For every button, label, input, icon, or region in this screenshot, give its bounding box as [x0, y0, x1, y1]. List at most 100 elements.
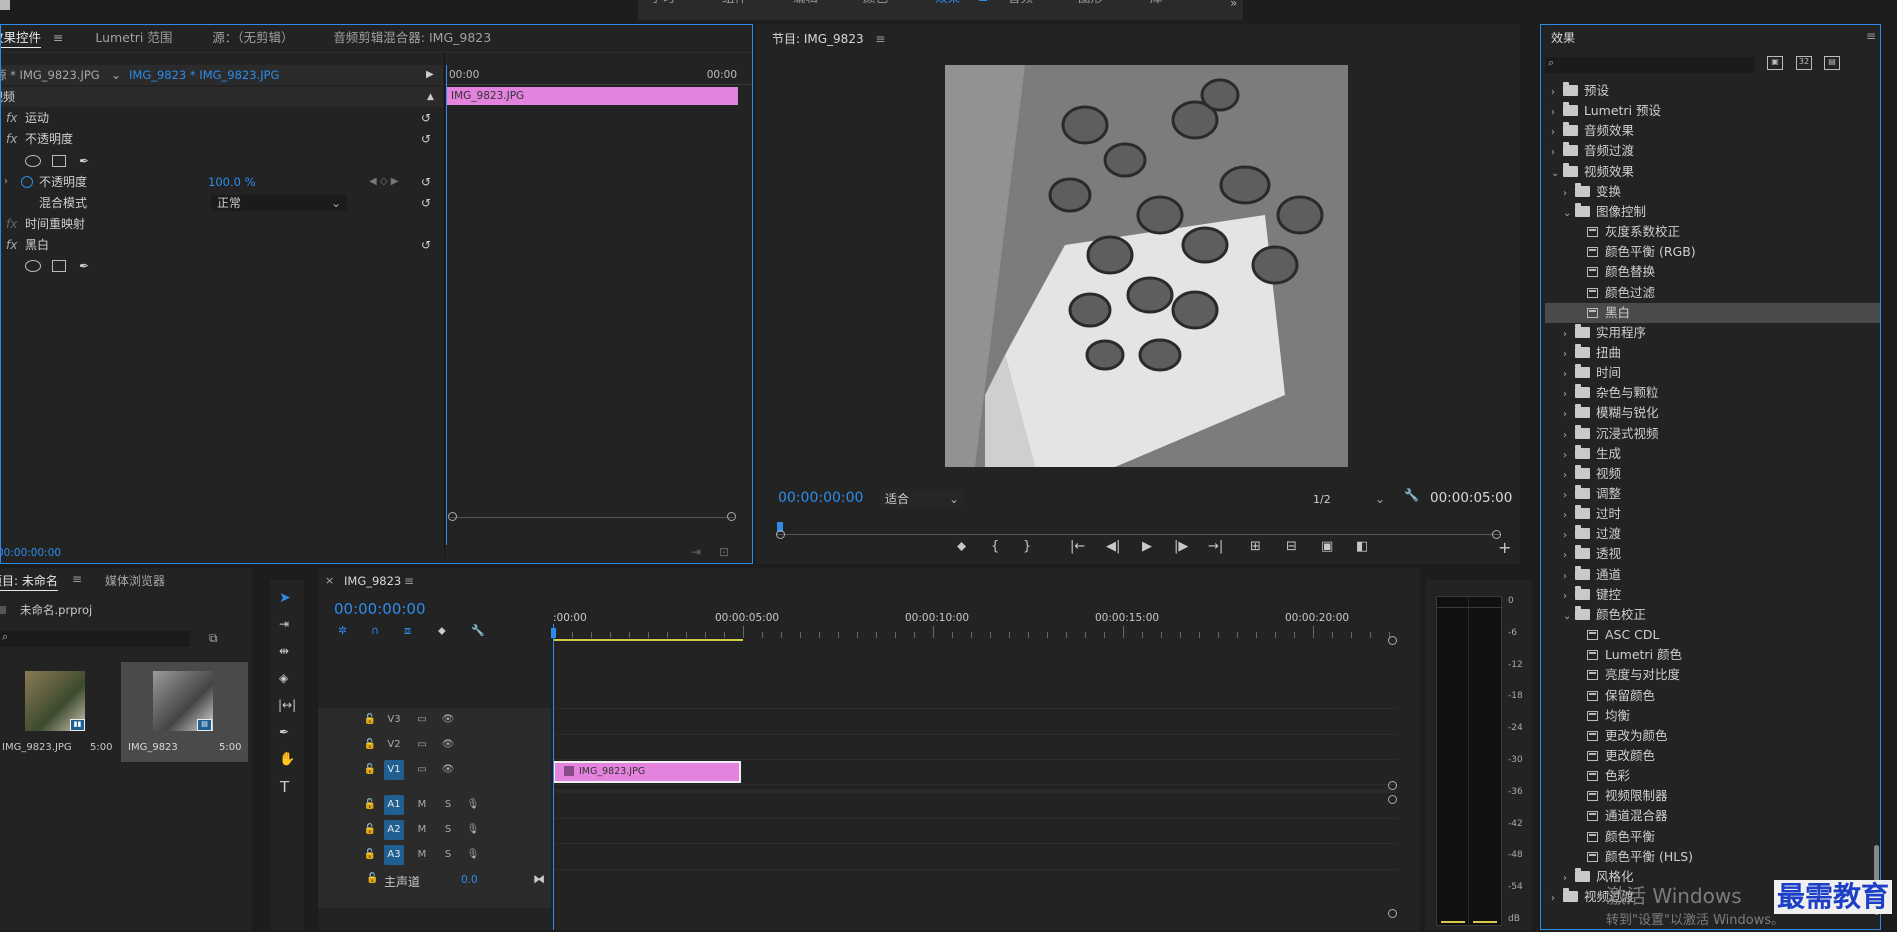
- clip-select-chevron-icon[interactable]: ⌄: [111, 65, 121, 85]
- chevron-right-icon[interactable]: ›: [1551, 123, 1563, 143]
- chevron-right-icon[interactable]: ›: [1563, 345, 1575, 365]
- effects-tree-item[interactable]: › 变换: [1545, 182, 1880, 202]
- tab-effect-controls[interactable]: 效果控件: [1, 25, 51, 51]
- effects-search[interactable]: ⌕: [1545, 56, 1755, 73]
- reset-icon[interactable]: ↺: [421, 172, 431, 192]
- fx-badge[interactable]: fx: [6, 235, 17, 255]
- effects-tree-item[interactable]: › 时间: [1545, 363, 1880, 383]
- linked-selection-icon[interactable]: ⧈: [404, 624, 411, 638]
- chevron-right-icon[interactable]: ›: [1551, 143, 1563, 163]
- track-target-a3[interactable]: A3: [384, 845, 404, 865]
- chevron-right-icon[interactable]: ›: [1563, 486, 1575, 506]
- effects-tree-item[interactable]: 颜色替换: [1545, 262, 1880, 282]
- effect-row-time-remap[interactable]: fx 时间重映射: [1, 214, 443, 234]
- mini-ruler[interactable]: 00:00 00:00: [445, 65, 751, 85]
- sync-lock-icon[interactable]: ▭: [412, 710, 432, 730]
- tab-lumetri-scopes[interactable]: Lumetri 范围: [85, 25, 182, 51]
- effects-tree-item[interactable]: › 预设: [1545, 81, 1880, 101]
- rect-mask-icon[interactable]: [52, 260, 66, 272]
- expand-arrow-icon[interactable]: ▶: [426, 65, 434, 85]
- chevron-right-icon[interactable]: ›: [1563, 466, 1575, 486]
- menu-icon[interactable]: ≡: [53, 25, 63, 51]
- chevron-right-icon[interactable]: ›: [1563, 587, 1575, 607]
- effects-tree-item[interactable]: › 实用程序: [1545, 323, 1880, 343]
- expand-chevron-icon[interactable]: ›: [4, 172, 8, 192]
- effects-tree-item[interactable]: › 调整: [1545, 484, 1880, 504]
- effects-tree-item[interactable]: › 音频过渡: [1545, 141, 1880, 161]
- master-value[interactable]: 0.0: [461, 874, 478, 886]
- menu-icon[interactable]: ≡: [404, 574, 414, 588]
- track-area[interactable]: IMG_9823.JPG: [553, 636, 1398, 923]
- fit-select[interactable]: 适合 ⌄: [880, 490, 964, 508]
- effects-tree-item[interactable]: 黑白: [1545, 302, 1880, 323]
- play-icon[interactable]: ▶: [1142, 539, 1152, 554]
- chevron-right-icon[interactable]: ›: [1563, 869, 1575, 889]
- tab-audio-clip-mixer[interactable]: 音频剪辑混合器: IMG_9823: [323, 25, 501, 51]
- microphone-icon[interactable]: 🎙: [463, 820, 483, 840]
- comparison-view-icon[interactable]: ◧: [1356, 539, 1368, 554]
- camera-icon[interactable]: ▣: [1321, 539, 1333, 554]
- scroll-handle[interactable]: [1388, 909, 1397, 918]
- reset-icon[interactable]: ↺: [421, 235, 431, 255]
- pen-mask-icon[interactable]: ✒: [79, 151, 89, 171]
- keyframe-nav-icon[interactable]: ◀ ◇ ▶: [369, 172, 398, 192]
- timeline-title[interactable]: IMG_9823: [344, 574, 401, 588]
- scroll-handle-right[interactable]: [727, 512, 736, 521]
- filter-icon[interactable]: ⊡: [719, 545, 729, 559]
- solo-button[interactable]: S: [438, 795, 458, 815]
- mini-clip[interactable]: IMG_9823.JPG: [447, 87, 738, 105]
- effects-tree-item[interactable]: ⌄ 视频效果: [1545, 162, 1880, 182]
- pen-mask-icon[interactable]: ✒: [79, 256, 89, 276]
- chevron-right-icon[interactable]: ›: [1551, 103, 1563, 123]
- mini-scrollbar[interactable]: [451, 517, 733, 523]
- go-to-end-icon[interactable]: ⧓: [533, 872, 545, 886]
- go-to-in-icon[interactable]: |←: [1070, 539, 1085, 554]
- effect-row-motion[interactable]: fx 运动 ↺: [1, 108, 443, 128]
- track-target-v1[interactable]: V1: [384, 760, 404, 780]
- effects-tree-item[interactable]: › 生成: [1545, 444, 1880, 464]
- effects-title[interactable]: 效果: [1551, 31, 1575, 45]
- chevron-right-icon[interactable]: ›: [1563, 567, 1575, 587]
- timeline-ruler[interactable]: :00:00 00:00:05:00 00:00:10:00 00:00:15:00 0…: [553, 608, 1398, 638]
- effects-tree-item[interactable]: › 沉浸式视频: [1545, 424, 1880, 444]
- playhead-handle[interactable]: [551, 628, 556, 638]
- hand-tool-icon[interactable]: ✋: [279, 752, 295, 767]
- razor-tool-icon[interactable]: ◈: [279, 671, 288, 685]
- chevron-down-icon[interactable]: ⌄: [1551, 164, 1563, 184]
- extract-icon[interactable]: ⊟: [1286, 539, 1297, 554]
- collapse-icon[interactable]: ▲: [427, 87, 434, 107]
- chevron-right-icon[interactable]: ›: [1563, 426, 1575, 446]
- effects-tree-item[interactable]: ASC CDL: [1545, 625, 1880, 645]
- chevron-down-icon[interactable]: ⌄: [1563, 204, 1575, 224]
- track-target-a1[interactable]: A1: [384, 795, 404, 815]
- fx-badge[interactable]: fx: [6, 129, 17, 149]
- snap-icon[interactable]: ∩: [371, 624, 379, 637]
- timeline-clip-v1[interactable]: IMG_9823.JPG: [553, 761, 741, 783]
- selection-tool-icon[interactable]: ➤: [279, 590, 291, 606]
- effects-tree-item[interactable]: 色彩: [1545, 766, 1880, 786]
- effects-tree-item[interactable]: › 扭曲: [1545, 343, 1880, 363]
- lock-icon[interactable]: 🔓: [360, 735, 380, 755]
- track-target-v3[interactable]: V3: [384, 710, 404, 730]
- eye-icon[interactable]: 👁: [438, 735, 458, 755]
- effects-tree-item[interactable]: ⌄ 颜色校正: [1545, 605, 1880, 625]
- project-item-2[interactable]: ▤ IMG_9823 5:00: [121, 662, 248, 762]
- go-to-out-icon[interactable]: →|: [1208, 539, 1223, 554]
- effects-tree-item[interactable]: › 模糊与锐化: [1545, 403, 1880, 423]
- reset-icon[interactable]: ↺: [421, 129, 431, 149]
- effects-tree-item[interactable]: 通道混合器: [1545, 806, 1880, 826]
- slip-tool-icon[interactable]: |↔|: [278, 698, 296, 712]
- effects-tree-item[interactable]: 颜色平衡: [1545, 827, 1880, 847]
- scroll-handle[interactable]: [1388, 636, 1397, 645]
- menu-icon[interactable]: ≡: [875, 32, 885, 46]
- type-tool-icon[interactable]: T: [280, 778, 289, 796]
- add-marker-icon[interactable]: ⬥: [438, 624, 446, 638]
- effects-tree-item[interactable]: › 过渡: [1545, 524, 1880, 544]
- new-bin-icon[interactable]: ⧉: [209, 631, 218, 646]
- ripple-edit-tool-icon[interactable]: ⇹: [279, 644, 289, 658]
- effects-tree-item[interactable]: 颜色平衡 (HLS): [1545, 847, 1880, 867]
- effects-tree-item[interactable]: 颜色过滤: [1545, 283, 1880, 303]
- microphone-icon[interactable]: 🎙: [463, 795, 483, 815]
- effects-tree-item[interactable]: 更改为颜色: [1545, 726, 1880, 746]
- lock-icon[interactable]: 🔓: [360, 845, 380, 865]
